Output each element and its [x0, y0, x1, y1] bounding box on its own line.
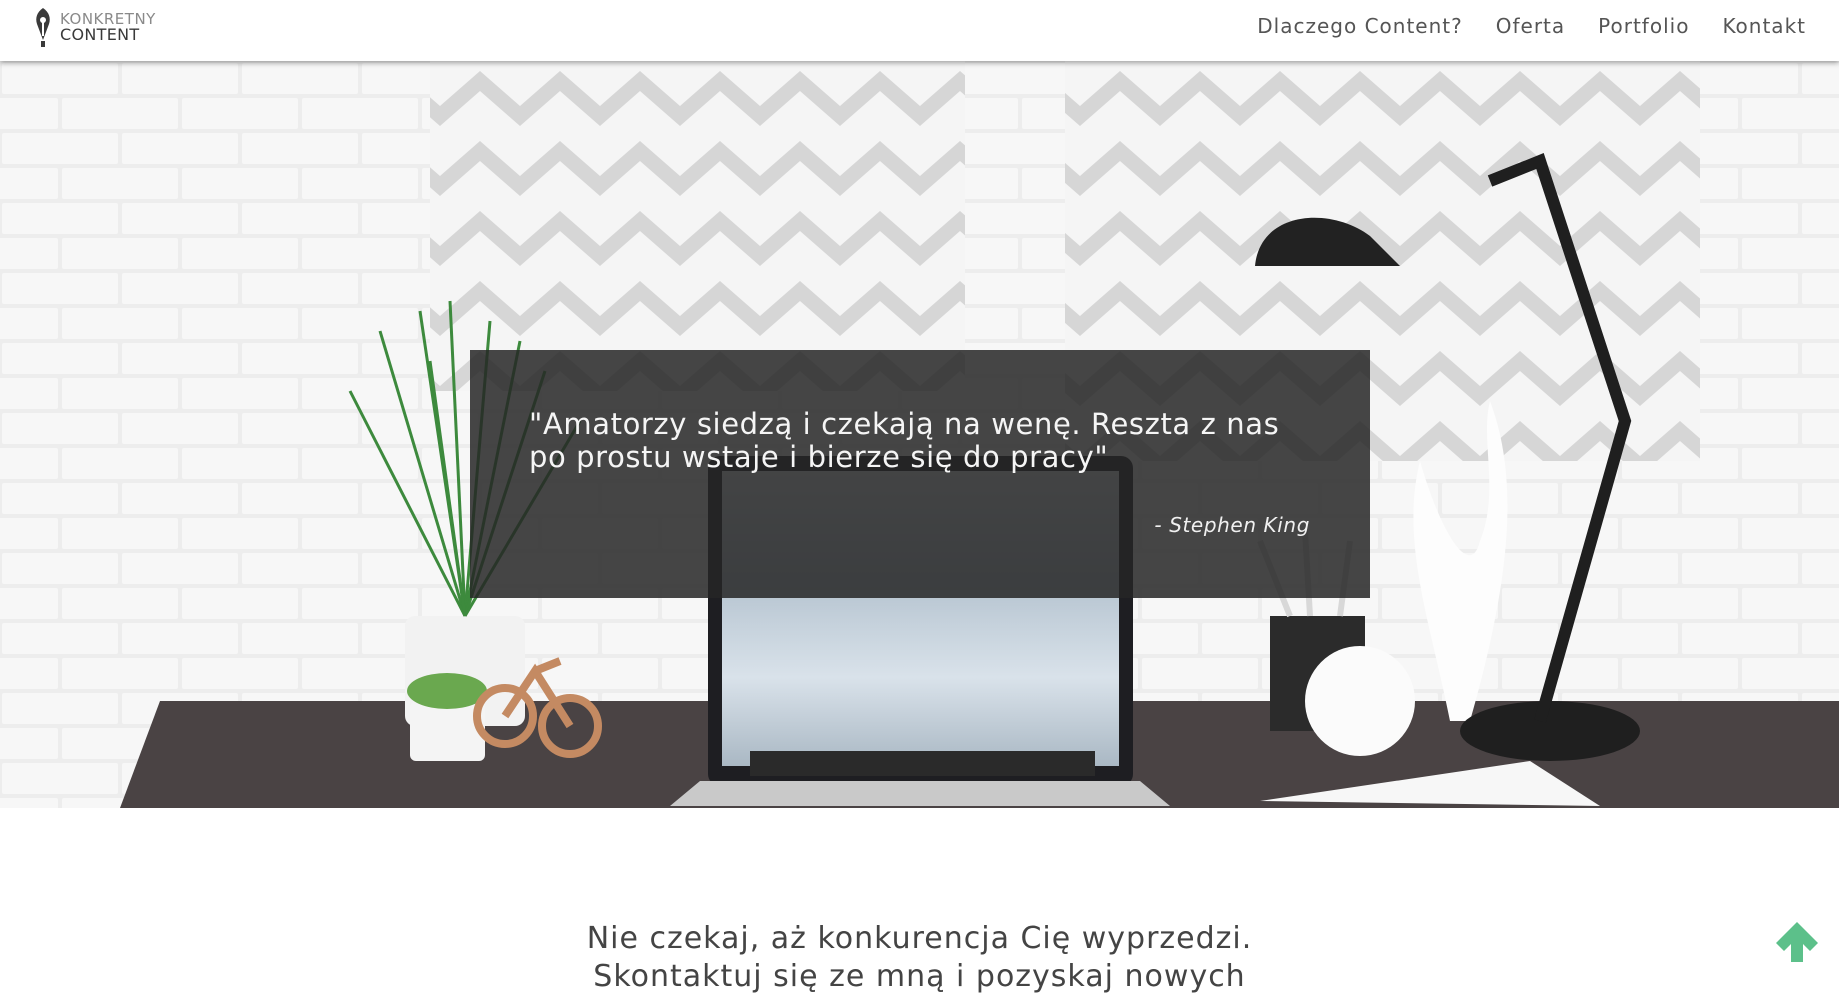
quote-box: "Amatorzy siedzą i czekają na wenę. Resz… — [470, 350, 1370, 598]
quote-author: - Stephen King — [1154, 513, 1310, 537]
site-header: KONKRETNY CONTENT Dlaczego Content? Ofer… — [0, 0, 1839, 61]
nav-link-oferta[interactable]: Oferta — [1496, 14, 1565, 38]
nav-link-kontakt[interactable]: Kontakt — [1722, 14, 1806, 38]
arrow-up-icon[interactable] — [1774, 920, 1820, 964]
main-nav: Dlaczego Content? Oferta Portfolio Konta… — [1257, 14, 1806, 38]
nav-link-portfolio[interactable]: Portfolio — [1598, 14, 1689, 38]
quote-text: "Amatorzy siedzą i czekają na wenę. Resz… — [529, 407, 1280, 474]
cta-text: Nie czekaj, aż konkurencja Cię wyprzedzi… — [0, 920, 1839, 996]
pen-nib-icon — [36, 8, 50, 47]
logo[interactable]: KONKRETNY CONTENT — [32, 6, 156, 48]
cta-line-2: Skontaktuj się ze mną i pozyskaj nowych — [593, 959, 1246, 994]
cta-line-1: Nie czekaj, aż konkurencja Cię wyprzedzi… — [586, 921, 1253, 956]
nav-link-dlaczego-content[interactable]: Dlaczego Content? — [1257, 14, 1462, 38]
logo-text-bottom: CONTENT — [60, 25, 140, 44]
hero-section: "Amatorzy siedzą i czekają na wenę. Resz… — [0, 61, 1839, 808]
